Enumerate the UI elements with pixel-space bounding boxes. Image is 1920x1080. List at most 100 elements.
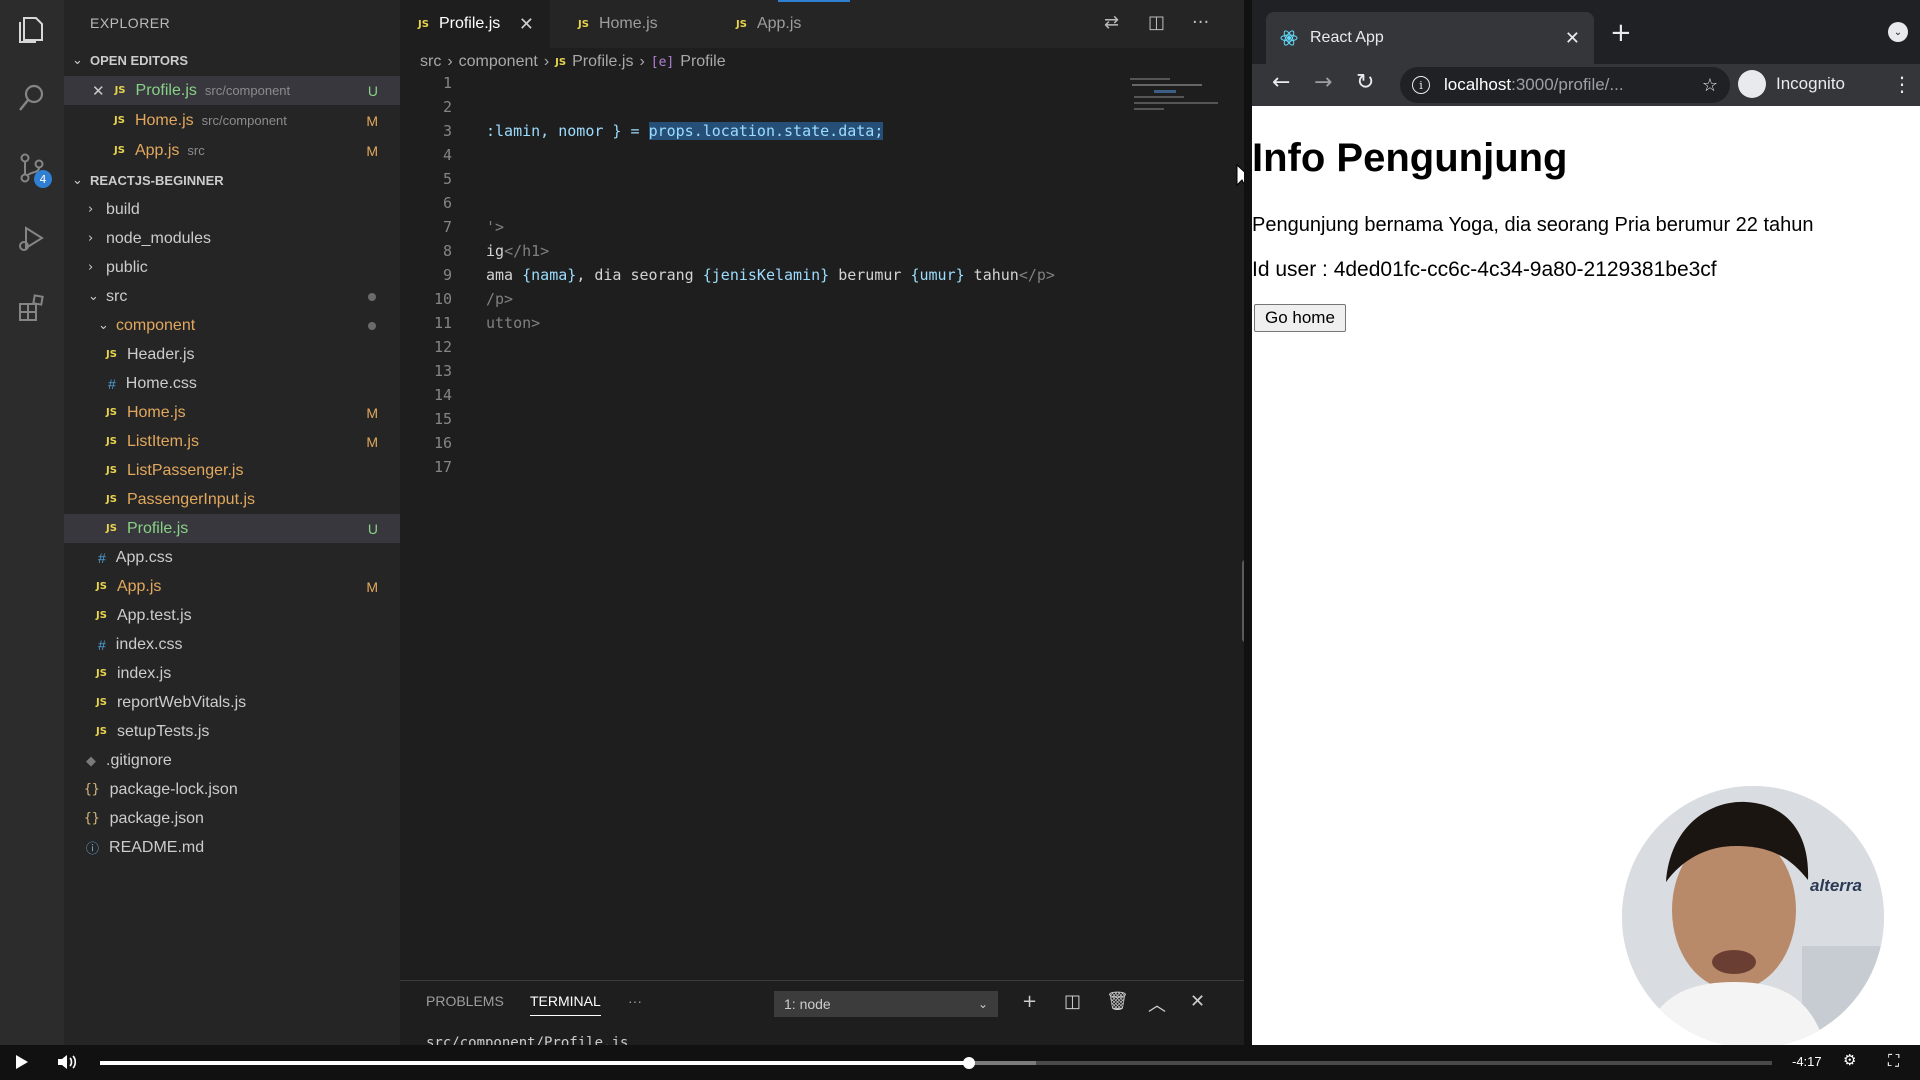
info-icon[interactable]: i [1412,76,1430,94]
tree-file[interactable]: JS setupTests.js [64,717,400,746]
maximize-panel-icon[interactable]: ︿ [1148,991,1166,1017]
tab-terminal[interactable]: TERMINAL [530,993,601,1016]
back-icon[interactable]: ← [1272,70,1290,95]
incognito-profile[interactable]: Incognito [1738,70,1845,98]
explorer-title: EXPLORER [90,15,171,31]
play-icon[interactable] [14,1053,30,1076]
css-file-icon: # [108,375,116,392]
tree-folder-public[interactable]: › public [64,253,400,282]
user-id-text: Id user : 4ded01fc-cc6c-4c34-9a80-212938… [1252,258,1717,281]
js-file-icon: JS [736,18,747,30]
forward-icon[interactable]: → [1314,70,1332,95]
activity-bar: 4 [0,0,64,1045]
code-line-8[interactable]: ig</h1> [486,242,549,260]
tree-file[interactable]: JS App.js M [64,572,400,601]
files-icon[interactable] [14,12,50,48]
visitor-info-text: Pengunjung bernama Yoga, dia seorang Pri… [1252,214,1814,236]
tree-file[interactable]: JS ListPassenger.js [64,456,400,485]
chevron-right-icon: › [88,260,94,275]
code-line-11[interactable]: utton> [486,314,540,332]
line-number: 1 [442,74,452,92]
go-home-button[interactable]: Go home [1254,304,1346,332]
tree-file-selected[interactable]: JS Profile.js U [64,514,400,543]
breadcrumb-item[interactable]: Profile [680,53,725,71]
tab-problems[interactable]: PROBLEMS [426,993,504,1009]
tree-file[interactable]: JS Header.js [64,340,400,369]
project-header[interactable]: ⌄ REACTJS-BEGINNER [64,166,400,195]
browser-tab[interactable]: React App ✕ [1266,12,1594,64]
breadcrumb-item[interactable]: component [459,53,538,71]
close-icon[interactable]: ✕ [92,82,105,100]
new-terminal-icon[interactable]: + [1022,991,1037,1012]
open-editor-item[interactable]: JS Home.js src/component M [64,106,400,135]
extensions-icon[interactable] [14,290,50,326]
presenter-avatar [1622,786,1884,1048]
terminal-select[interactable]: 1: node ⌄ [774,991,998,1017]
code-line-3[interactable]: :lamin, nomor } = props.location.state.d… [486,122,884,140]
tree-file[interactable]: JS index.js [64,659,400,688]
json-file-icon: {} [84,811,100,826]
tree-folder-component[interactable]: ⌄ component [64,311,400,340]
tab-search-icon[interactable]: ⌄ [1888,22,1908,42]
line-number: 4 [442,146,452,164]
fullscreen-icon[interactable]: ⛶ [1888,1051,1899,1071]
address-bar[interactable]: i localhost:3000/profile/... ☆ [1400,67,1730,103]
js-file-icon: JS [96,581,107,592]
chevron-down-icon: ⌄ [72,53,83,68]
new-tab-icon[interactable]: + [1610,18,1632,48]
tab-app-js[interactable]: JS App.js [718,0,868,48]
open-editor-item[interactable]: ✕ JS Profile.js src/component U [64,76,400,105]
modified-dot [368,292,376,301]
run-debug-icon[interactable] [14,220,50,256]
tab-accent-line [778,0,850,2]
bookmark-star-icon[interactable]: ☆ [1702,75,1718,96]
tab-home-js[interactable]: JS Home.js [560,0,710,48]
panel-more-icon[interactable]: ··· [628,993,642,1009]
split-editor-icon[interactable]: ◫ [1148,12,1165,33]
tree-file[interactable]: {} package-lock.json [64,775,400,804]
trash-icon[interactable]: 🗑 [1106,991,1129,1012]
line-number: 16 [433,434,452,452]
code-line-7[interactable]: '> [486,218,504,236]
explorer-sidebar: EXPLORER ⌄ OPEN EDITORS ✕ JS Profile.js … [64,0,400,1045]
minimap[interactable] [1128,74,1220,134]
js-file-icon: JS [114,85,126,96]
settings-gear-icon[interactable]: ⚙ [1843,1051,1856,1069]
volume-icon[interactable] [56,1053,78,1076]
tree-folder-build[interactable]: › build [64,195,400,224]
tree-file[interactable]: ◆ .gitignore [64,746,400,775]
video-progress-track[interactable] [100,1057,1772,1069]
js-file-icon: JS [106,407,117,418]
tree-file[interactable]: JS reportWebVitals.js [64,688,400,717]
chevron-right-icon: › [88,231,94,246]
more-actions-icon[interactable]: ··· [1192,12,1209,33]
close-icon[interactable]: ✕ [1565,28,1580,49]
compare-icon[interactable]: ⇄ [1104,12,1119,33]
tree-file[interactable]: ⓘ README.md [64,833,400,862]
window-divider [1244,0,1252,1045]
breadcrumb-item[interactable]: Profile.js [572,53,633,71]
tree-file[interactable]: {} package.json [64,804,400,833]
tab-profile-js[interactable]: JS Profile.js ✕ [400,0,550,48]
tree-file[interactable]: # index.css [64,630,400,659]
tree-file[interactable]: # App.css [64,543,400,572]
tree-file[interactable]: # Home.css [64,369,400,398]
video-scrubber-handle[interactable] [963,1057,976,1069]
browser-menu-icon[interactable]: ⋮ [1892,72,1912,96]
split-terminal-icon[interactable]: ◫ [1064,991,1081,1012]
reload-icon[interactable]: ↻ [1356,70,1374,95]
tree-file[interactable]: JS Home.js M [64,398,400,427]
close-panel-icon[interactable]: ✕ [1190,991,1205,1012]
tree-file[interactable]: JS ListItem.js M [64,427,400,456]
tree-folder-node-modules[interactable]: › node_modules [64,224,400,253]
tree-file[interactable]: JS PassengerInput.js [64,485,400,514]
open-editor-item[interactable]: JS App.js src M [64,136,400,165]
search-icon[interactable] [14,80,50,116]
tree-folder-src[interactable]: ⌄ src [64,282,400,311]
code-line-9[interactable]: ama {nama}, dia seorang {jenisKelamin} b… [486,266,1055,284]
code-line-10[interactable]: /p> [486,290,513,308]
open-editors-header[interactable]: ⌄ OPEN EDITORS [64,46,400,75]
close-icon[interactable]: ✕ [519,14,534,35]
breadcrumb-item[interactable]: src [420,53,441,71]
tree-file[interactable]: JS App.test.js [64,601,400,630]
